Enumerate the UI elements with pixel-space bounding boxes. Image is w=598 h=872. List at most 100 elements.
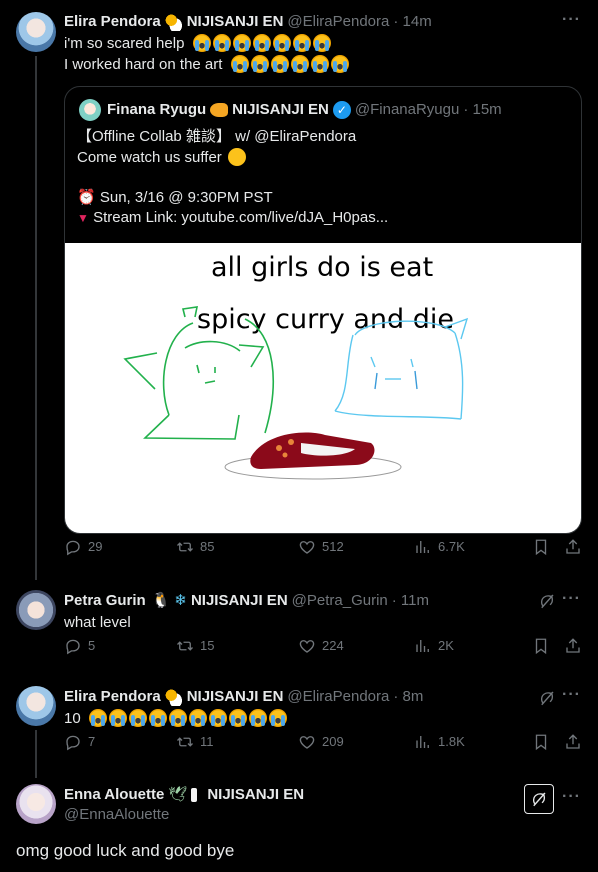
- affiliation: NIJISANJI EN: [190, 592, 288, 609]
- affiliation: NIJISANJI EN: [186, 688, 284, 705]
- grok-icon: [530, 790, 548, 808]
- reply-icon: [64, 637, 82, 655]
- bookmark-icon: [532, 637, 550, 655]
- bookmark-button[interactable]: [532, 733, 550, 751]
- handle[interactable]: @Petra_Gurin: [292, 591, 388, 611]
- share-icon: [564, 538, 582, 556]
- views-icon: [414, 733, 432, 751]
- candle-emoji: [191, 788, 198, 802]
- tweet1-text-line2: I worked hard on the art: [64, 55, 351, 75]
- author-name[interactable]: Enna Alouette: [64, 785, 164, 805]
- handle[interactable]: @EliraPendora: [287, 12, 389, 32]
- bookmark-icon: [532, 733, 550, 751]
- reply1-text: what level: [64, 614, 131, 631]
- upside-down-face-emoji: [227, 148, 246, 166]
- reply2-text: 10: [64, 709, 289, 729]
- tweet1-header: Elira Pendora NIJISANJI EN @EliraPendora…: [64, 12, 432, 32]
- more-icon[interactable]: ···: [562, 10, 581, 30]
- reply-icon: [64, 538, 82, 556]
- retweet-button[interactable]: 15: [176, 636, 214, 656]
- bookmark-button[interactable]: [532, 637, 550, 655]
- reply-button[interactable]: 5: [64, 636, 95, 656]
- verified-icon: ✓: [332, 101, 351, 119]
- red-triangle-icon: ▼: [77, 211, 89, 225]
- handle[interactable]: @EnnaAlouette: [64, 805, 169, 825]
- snowflake-emoji: ❄: [174, 592, 187, 609]
- retweet-icon: [176, 733, 194, 751]
- like-icon: [298, 637, 316, 655]
- like-button[interactable]: 512: [298, 537, 344, 557]
- share-button[interactable]: [564, 733, 582, 751]
- reply3-header: Enna Alouette 🕊 NIJISANJI EN: [64, 785, 304, 805]
- quote-timestamp: · 15m: [463, 101, 502, 118]
- thread-line: [35, 56, 37, 580]
- timestamp[interactable]: · 14m: [393, 12, 431, 32]
- bookmark-button[interactable]: [532, 538, 550, 556]
- more-icon[interactable]: ···: [562, 589, 581, 609]
- grok-icon[interactable]: [538, 592, 556, 610]
- views-button[interactable]: 2K: [414, 636, 454, 656]
- crying-emoji-group: [230, 55, 351, 73]
- retweet-icon: [176, 637, 194, 655]
- timestamp[interactable]: · 8m: [393, 687, 423, 707]
- handle[interactable]: @EliraPendora: [287, 687, 389, 707]
- alarm-clock-icon: ⏰: [77, 189, 96, 206]
- share-icon: [564, 733, 582, 751]
- author-name[interactable]: Petra Gurin: [64, 591, 146, 611]
- share-button[interactable]: [564, 538, 582, 556]
- thread-line: [35, 730, 37, 778]
- avatar-elira[interactable]: [16, 12, 56, 52]
- penguin-emoji: 🐧: [151, 592, 171, 609]
- affiliation: NIJISANJI EN: [186, 13, 284, 30]
- quote-header: Finana Ryugu NIJISANJI EN ✓ @FinanaRyugu…: [107, 100, 502, 120]
- quote-handle: @FinanaRyugu: [354, 101, 460, 118]
- reply1-header: Petra Gurin 🐧 ❄ NIJISANJI EN @Petra_Guri…: [64, 591, 429, 611]
- grok-button[interactable]: [524, 784, 554, 814]
- quote-line2: Come watch us suffer: [77, 148, 248, 168]
- reply-button[interactable]: 7: [64, 732, 95, 752]
- reply3-text: omg good luck and good bye: [16, 841, 235, 860]
- retweet-button[interactable]: 11: [176, 732, 214, 752]
- quote-affiliation: NIJISANJI EN: [232, 101, 329, 118]
- quote-author-name: Finana Ryugu: [107, 101, 207, 118]
- crying-emoji-group: [192, 34, 333, 52]
- sun-cloud-emoji: [164, 688, 183, 706]
- reply2-header: Elira Pendora NIJISANJI EN @EliraPendora…: [64, 687, 423, 707]
- crying-emoji-group: [88, 709, 289, 727]
- bookmark-icon: [532, 538, 550, 556]
- quoted-tweet-card[interactable]: Finana Ryugu NIJISANJI EN ✓ @FinanaRyugu…: [64, 86, 582, 534]
- avatar-petra[interactable]: [16, 590, 56, 630]
- like-icon: [298, 733, 316, 751]
- grok-icon[interactable]: [538, 689, 556, 707]
- timestamp[interactable]: · 11m: [392, 591, 429, 611]
- avatar-finana: [79, 99, 101, 121]
- avatar-enna[interactable]: [16, 784, 56, 824]
- reply-icon: [64, 733, 82, 751]
- share-button[interactable]: [564, 637, 582, 655]
- retweet-button[interactable]: 85: [176, 537, 214, 557]
- share-icon: [564, 637, 582, 655]
- retweet-icon: [176, 538, 194, 556]
- quote-line4: ▼ Stream Link: youtube.com/live/dJA_H0pa…: [77, 209, 389, 226]
- fish-emoji: [210, 103, 229, 117]
- views-button[interactable]: 1.8K: [414, 732, 465, 752]
- more-icon[interactable]: ···: [562, 685, 581, 705]
- author-name[interactable]: Elira Pendora: [64, 687, 161, 707]
- quote-line3: ⏰ Sun, 3/16 @ 9:30PM PST: [77, 189, 273, 206]
- like-button[interactable]: 224: [298, 636, 344, 656]
- avatar-elira[interactable]: [16, 686, 56, 726]
- like-button[interactable]: 209: [298, 732, 344, 752]
- views-icon: [414, 637, 432, 655]
- author-name[interactable]: Elira Pendora: [64, 12, 161, 32]
- affiliation: NIJISANJI EN: [207, 786, 305, 803]
- views-button[interactable]: 6.7K: [414, 537, 465, 557]
- like-icon: [298, 538, 316, 556]
- wing-emoji: 🕊: [168, 786, 188, 803]
- views-icon: [414, 538, 432, 556]
- quote-media-image[interactable]: all girls do is eat spicy curry and die: [65, 243, 581, 533]
- tweet1-text-line1: i'm so scared help: [64, 34, 333, 54]
- more-icon[interactable]: ···: [562, 787, 581, 807]
- sun-cloud-emoji: [164, 13, 183, 31]
- reply-button[interactable]: 29: [64, 537, 102, 557]
- quote-line1: 【Offline Collab 雑談】 w/ @EliraPendora: [77, 128, 357, 145]
